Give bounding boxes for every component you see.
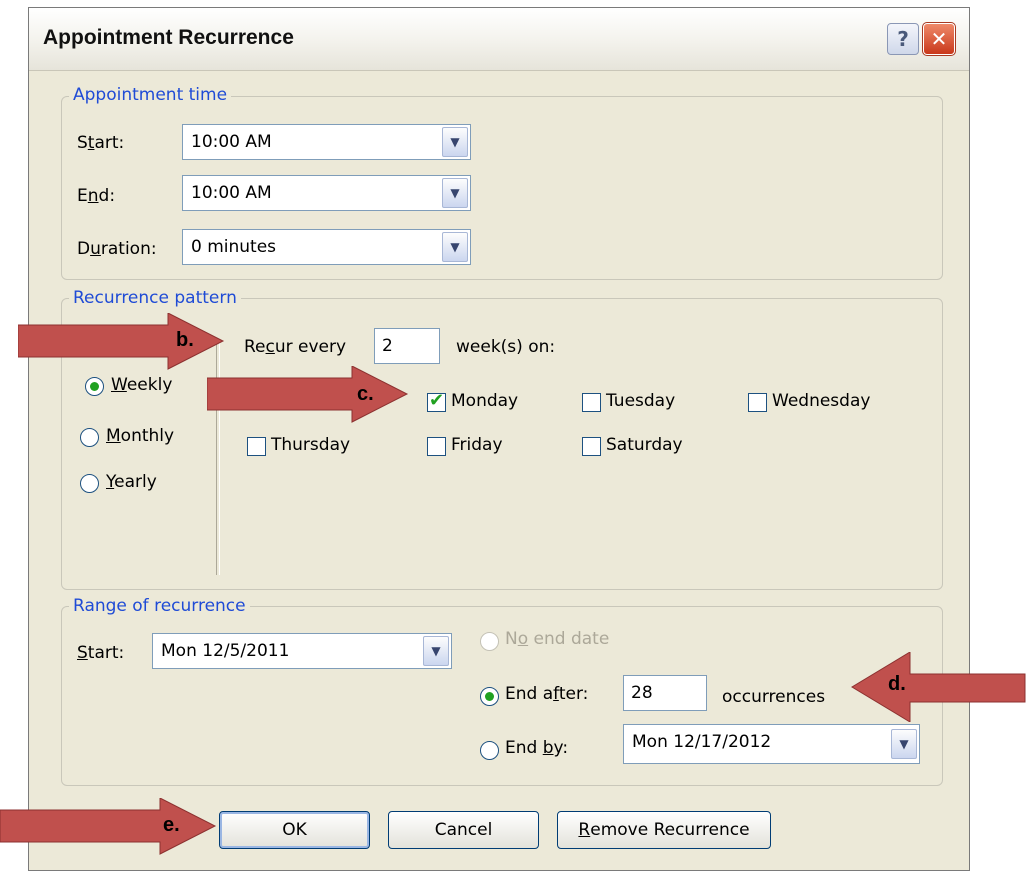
duration-combo[interactable]: 0 minutes ▼: [182, 229, 471, 265]
recurrence-pattern-legend: Recurrence pattern: [69, 288, 241, 308]
annotation-label-c: c.: [357, 383, 374, 405]
monthly-radio[interactable]: [80, 428, 99, 447]
occurrences-label: occurrences: [722, 687, 826, 707]
saturday-label[interactable]: Saturday: [606, 435, 683, 455]
duration-label: Duration:: [77, 239, 157, 259]
start-time-combo[interactable]: 10:00 AM ▼: [182, 124, 471, 160]
appointment-time-legend: Appointment time: [69, 85, 232, 105]
thursday-label[interactable]: Thursday: [271, 435, 350, 455]
recur-every-label: Recur every: [244, 337, 347, 357]
end-time-value: 10:00 AM: [191, 183, 272, 203]
range-start-value: Mon 12/5/2011: [161, 641, 290, 661]
thursday-checkbox[interactable]: [247, 437, 266, 456]
start-time-value: 10:00 AM: [191, 132, 272, 152]
end-after-value: 28: [631, 683, 653, 703]
monday-checkbox[interactable]: ✔: [427, 390, 446, 412]
wednesday-checkbox[interactable]: [748, 393, 767, 412]
chevron-down-icon[interactable]: ▼: [442, 178, 468, 208]
recur-every-value: 2: [382, 336, 393, 356]
end-by-radio[interactable]: [480, 741, 499, 760]
help-button[interactable]: ?: [887, 23, 919, 55]
annotation-arrow-e: [0, 798, 217, 855]
friday-label[interactable]: Friday: [451, 435, 503, 455]
no-end-date-label[interactable]: No end date: [505, 629, 609, 649]
end-by-combo[interactable]: Mon 12/17/2012 ▼: [623, 724, 920, 764]
end-time-label: End:: [77, 186, 116, 206]
title-bar[interactable]: Appointment Recurrence ? ✕: [29, 8, 969, 71]
range-start-label: Start:: [77, 643, 125, 663]
help-icon: ?: [897, 27, 909, 51]
annotation-label-e: e.: [163, 814, 180, 836]
end-after-radio[interactable]: [480, 687, 499, 706]
end-after-label[interactable]: End after:: [505, 684, 588, 704]
end-time-combo[interactable]: 10:00 AM ▼: [182, 175, 471, 211]
end-by-label[interactable]: End by:: [505, 738, 568, 758]
yearly-radio[interactable]: [80, 474, 99, 493]
annotation-arrow-c: [207, 366, 409, 423]
saturday-checkbox[interactable]: [582, 437, 601, 456]
weekly-radio[interactable]: [85, 377, 104, 396]
monday-label[interactable]: Monday: [451, 391, 518, 411]
monthly-label[interactable]: Monthly: [106, 426, 174, 446]
range-legend: Range of recurrence: [69, 596, 250, 616]
tuesday-label[interactable]: Tuesday: [606, 391, 675, 411]
annotation-arrow-d: [851, 652, 1026, 722]
weeks-on-label: week(s) on:: [456, 337, 556, 357]
annotation-label-d: d.: [888, 673, 906, 695]
yearly-label[interactable]: Yearly: [106, 472, 157, 492]
dialog-title: Appointment Recurrence: [43, 26, 294, 49]
duration-value: 0 minutes: [191, 237, 277, 257]
chevron-down-icon[interactable]: ▼: [442, 232, 468, 262]
recur-every-input[interactable]: 2: [374, 328, 440, 364]
check-icon: ✔: [429, 390, 445, 411]
appointment-recurrence-dialog: Appointment Recurrence ? ✕ Appointment t…: [28, 7, 970, 871]
end-by-value: Mon 12/17/2012: [632, 732, 772, 752]
tuesday-checkbox[interactable]: [582, 393, 601, 412]
end-after-input[interactable]: 28: [623, 675, 707, 711]
annotation-label-b: b.: [176, 329, 194, 351]
close-icon: ✕: [930, 27, 948, 51]
friday-checkbox[interactable]: [427, 437, 446, 456]
radio-selected-dot: [90, 382, 99, 391]
wednesday-label[interactable]: Wednesday: [772, 391, 870, 411]
chevron-down-icon[interactable]: ▼: [891, 729, 917, 759]
start-time-label: Start:: [77, 133, 125, 153]
no-end-date-radio[interactable]: [480, 632, 499, 651]
annotation-arrow-b: [18, 313, 225, 370]
chevron-down-icon[interactable]: ▼: [442, 127, 468, 157]
close-button[interactable]: ✕: [922, 22, 956, 56]
chevron-down-icon[interactable]: ▼: [423, 636, 449, 666]
weekly-label[interactable]: Weekly: [111, 375, 172, 395]
cancel-button[interactable]: Cancel: [388, 811, 539, 849]
remove-recurrence-button[interactable]: Remove Recurrence: [557, 811, 771, 849]
range-start-combo[interactable]: Mon 12/5/2011 ▼: [152, 633, 452, 669]
ok-button[interactable]: OK: [219, 811, 370, 849]
radio-selected-dot: [485, 692, 494, 701]
